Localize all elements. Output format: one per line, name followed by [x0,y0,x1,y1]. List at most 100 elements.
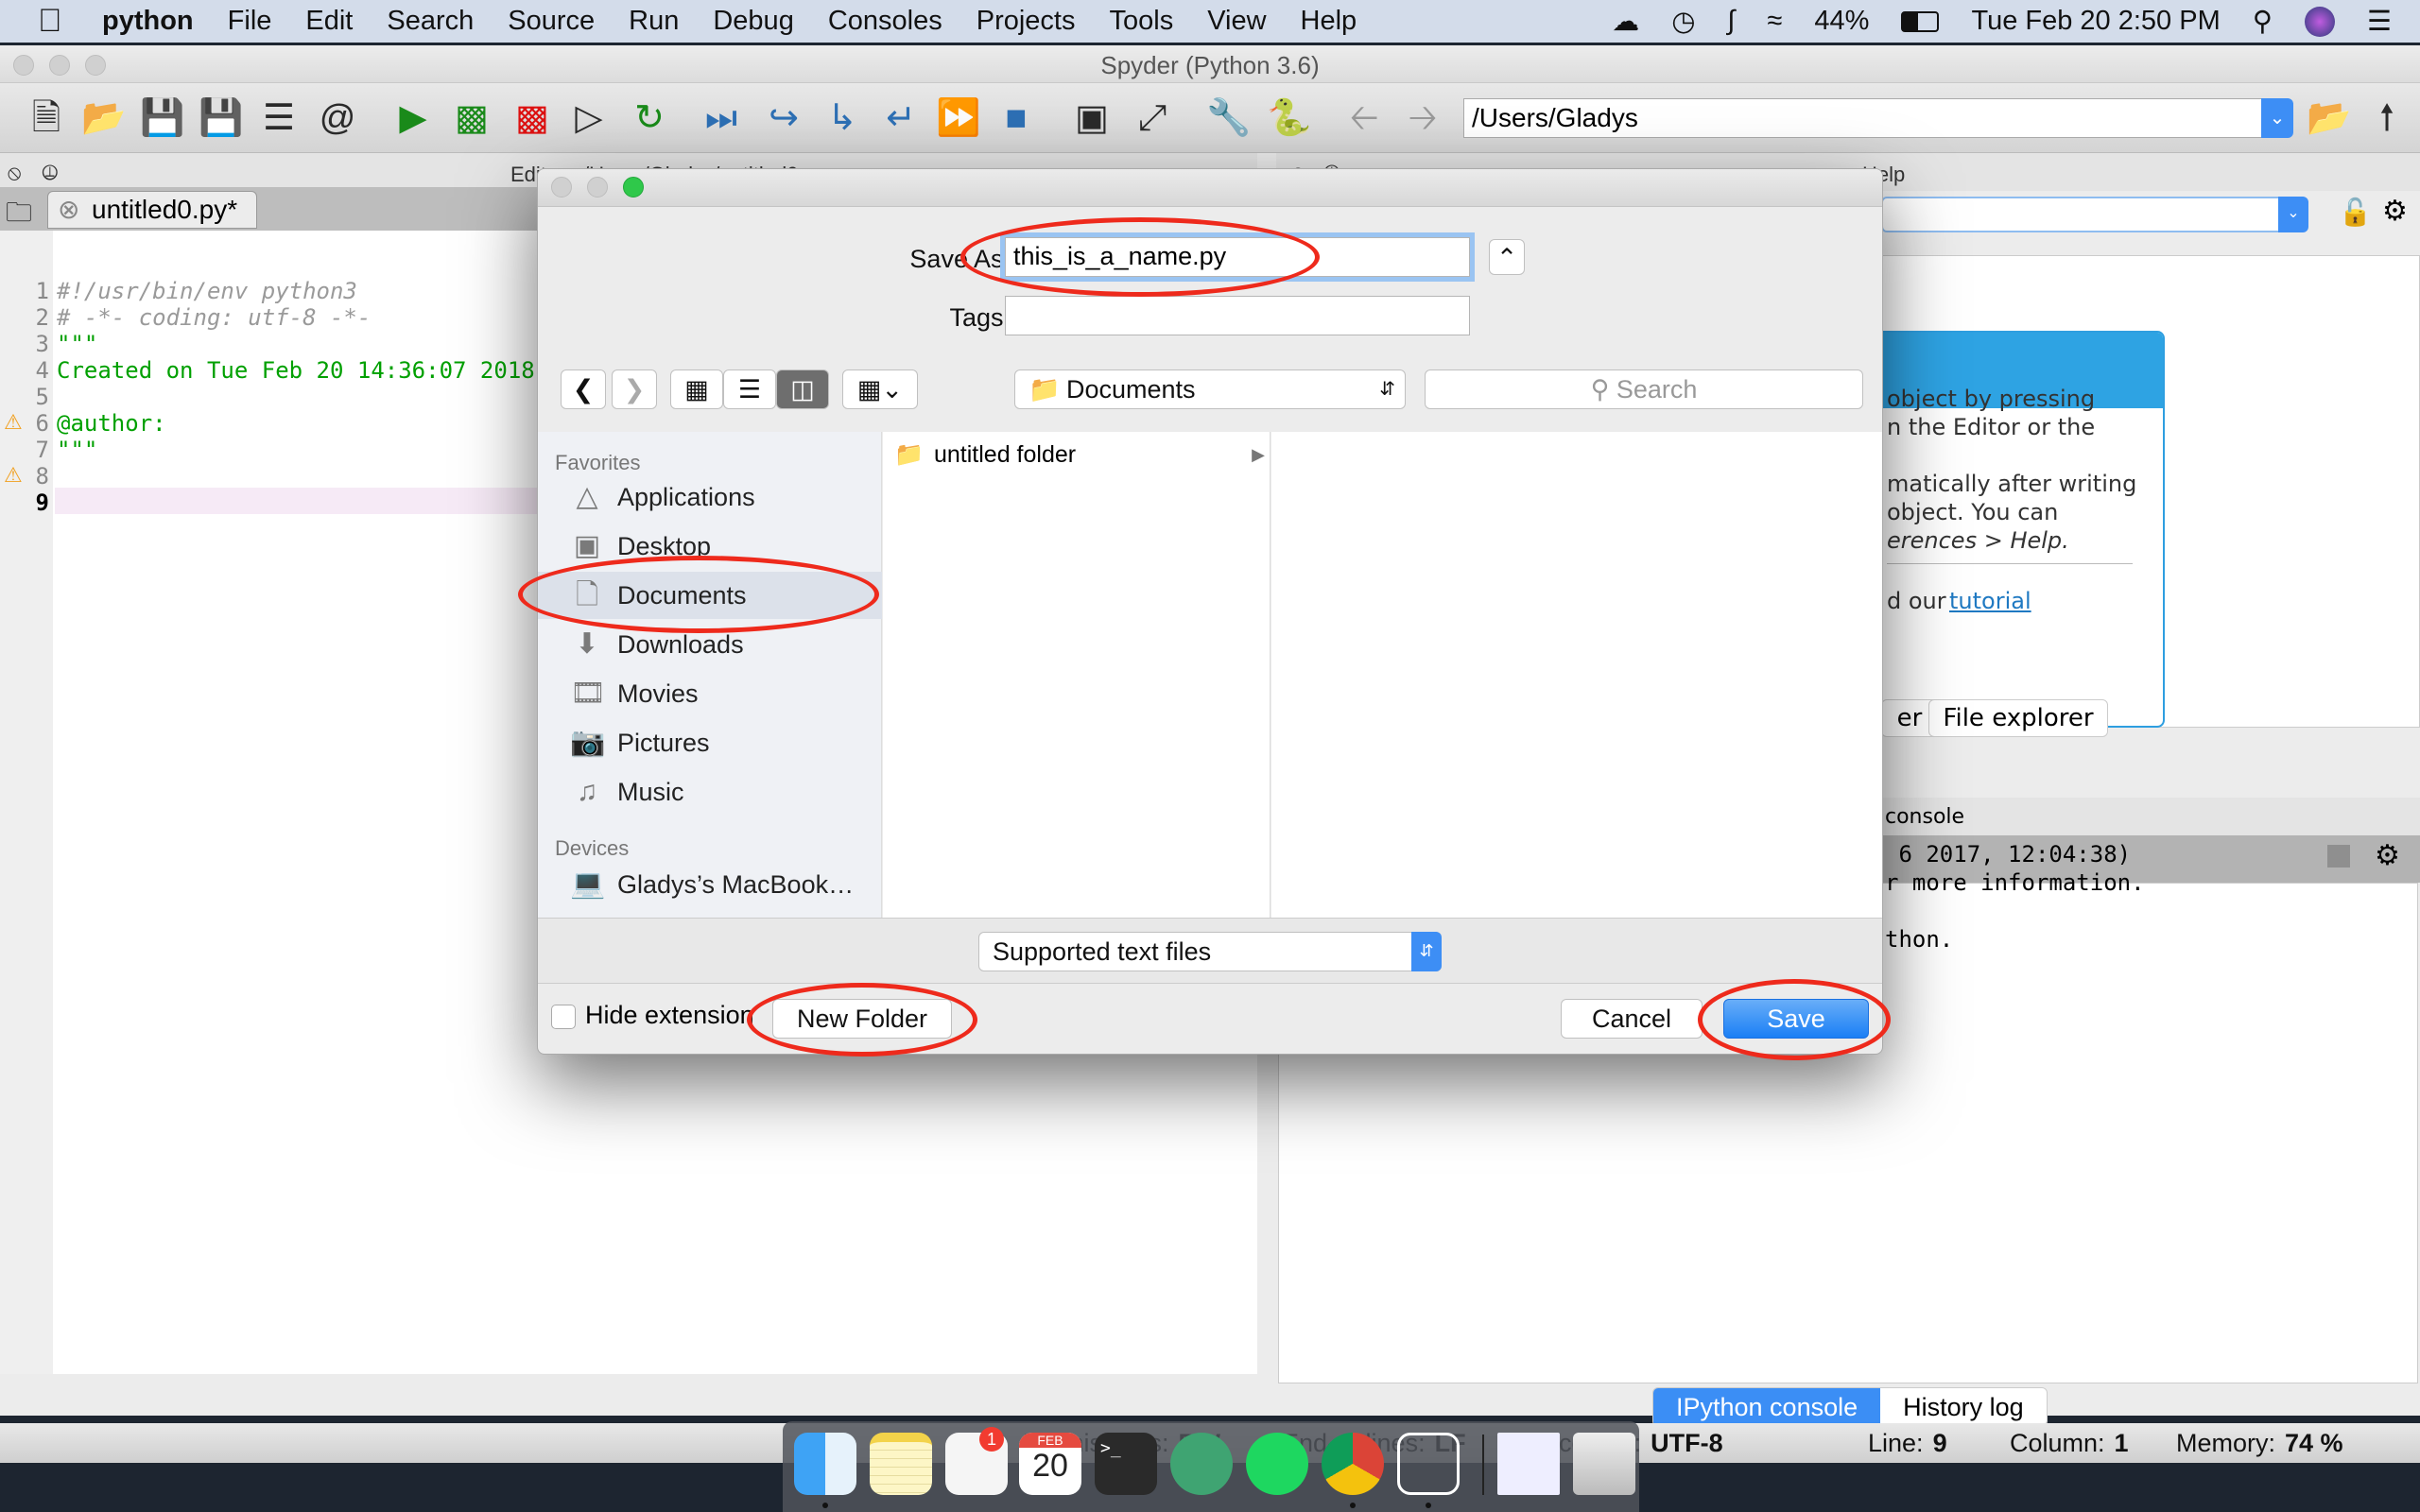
arrange-button[interactable]: ▦⌄ [842,369,918,409]
sidebar-item-downloads[interactable]: ⬇ Downloads [538,621,882,668]
console-options-gear-icon[interactable]: ⚙ [2375,839,2400,872]
save-all-icon[interactable]: 💾 [199,96,243,140]
battery-icon[interactable] [1901,10,1940,32]
notification-center-icon[interactable]: ☰ [2367,5,2392,38]
sidebar-item-music[interactable]: ♫ Music [538,768,882,816]
tutorial-link[interactable]: tutorial [1949,588,2031,614]
dock-chrome-window-icon[interactable] [1497,1433,1560,1495]
menu-file[interactable]: File [228,6,272,37]
file-type-select[interactable]: Supported text files ⇵ [978,932,1442,971]
dock-terminal-icon[interactable]: >_ [1095,1433,1157,1495]
close-pane-icon[interactable]: ⦸ [8,161,21,185]
maximize-pane-icon[interactable]: ▣ [1070,96,1114,140]
forward-button[interactable]: ❯ [612,369,657,409]
column-view-button[interactable]: ◫ [776,369,829,409]
new-file-icon[interactable]: 🗎 [25,96,68,140]
menu-consoles[interactable]: Consoles [828,6,942,37]
new-folder-button[interactable]: New Folder [772,999,952,1039]
time-machine-icon[interactable]: ◷ [1671,5,1695,38]
location-popup[interactable]: 📁 Documents ⇵ [1014,369,1406,409]
hide-extension-checkbox[interactable] [551,1005,576,1029]
tab-history-log[interactable]: History log [1880,1388,2047,1426]
dock-calendar-icon[interactable]: FEB 20 [1019,1433,1081,1495]
dialog-minimize-button[interactable] [587,177,608,198]
bluetooth-icon[interactable]: ∫ [1728,6,1736,37]
sidebar-item-pictures[interactable]: 📷 Pictures [538,719,882,766]
cloud-icon[interactable]: ☁ [1612,5,1639,38]
stop-debug-icon[interactable]: ■ [994,96,1038,140]
list-icon[interactable]: ☰ [257,96,301,140]
step-return-icon[interactable]: ↵ [879,96,923,140]
file-row[interactable]: 📁 untitled folder ▶ [883,436,1270,473]
parent-directory-icon[interactable]: 🠕 [2365,96,2409,140]
wifi-icon[interactable]: ≈ [1767,6,1782,37]
step-into-icon[interactable]: ↳ [821,96,864,140]
menu-source[interactable]: Source [508,6,595,37]
stop-kernel-icon[interactable] [2327,845,2350,868]
run-cell-icon[interactable]: ▩ [450,96,493,140]
dialog-close-button[interactable] [551,177,572,198]
debug-icon[interactable]: ⏭ [700,96,743,140]
undock-pane-icon[interactable]: ⦹ [42,161,59,185]
preferences-wrench-icon[interactable]: 🔧 [1206,96,1251,140]
tab-file-explorer[interactable]: File explorer [1928,699,2108,737]
dock-trash-icon[interactable] [1573,1433,1635,1495]
forward-arrow-icon[interactable]: 🡢 [1401,96,1444,140]
sidebar-item-desktop[interactable]: ▣ Desktop [538,523,882,570]
clock[interactable]: Tue Feb 20 2:50 PM [1971,6,2220,37]
back-button[interactable]: ❮ [561,369,606,409]
browse-directory-icon[interactable]: 📂 [2307,96,2351,140]
tags-input[interactable] [1005,296,1470,335]
run-icon[interactable]: ▶ [391,96,435,140]
dock-spotify-icon[interactable] [1246,1433,1308,1495]
working-directory-dropdown[interactable]: ⌄ [2261,98,2293,138]
rerun-icon[interactable]: ↻ [628,96,671,140]
warning-icon[interactable]: ⚠ [4,410,23,435]
sidebar-item-applications[interactable]: △ Applications [538,473,882,521]
search-field[interactable]: ⚲ Search [1425,369,1863,409]
apple-menu-icon[interactable]:  [38,3,76,40]
expand-dialog-button[interactable]: ⌃ [1489,239,1525,275]
dock-atom-icon[interactable] [1170,1433,1233,1495]
lock-icon[interactable]: 🔓 [2339,197,2372,228]
help-options-gear-icon[interactable]: ⚙ [2382,195,2408,228]
at-icon[interactable]: @ [316,96,359,140]
cancel-button[interactable]: Cancel [1561,999,1703,1039]
save-button[interactable]: Save [1723,999,1869,1039]
back-arrow-icon[interactable]: 🡠 [1342,96,1386,140]
menu-help[interactable]: Help [1301,6,1357,37]
dock-spyder-icon[interactable] [1397,1433,1460,1495]
working-directory-input[interactable]: /Users/Gladys [1463,98,2265,138]
sidebar-item-macbook[interactable]: 💻 Gladys’s MacBook… [538,861,882,908]
sidebar-item-movies[interactable]: 🎞 Movies [538,670,882,717]
python-path-icon[interactable]: 🐍 [1267,96,1311,140]
dock-chrome-icon[interactable] [1322,1433,1384,1495]
menu-edit[interactable]: Edit [305,6,353,37]
save-as-input[interactable]: this_is_a_name.py [1005,237,1470,277]
help-object-dropdown[interactable]: ⌄ [2278,197,2308,232]
continue-icon[interactable]: ⏩ [936,96,980,140]
help-object-input[interactable] [1881,197,2297,232]
sidebar-item-documents[interactable]: 🗋 Documents [538,572,882,619]
menu-search[interactable]: Search [387,6,474,37]
menu-projects[interactable]: Projects [977,6,1076,37]
warning-icon[interactable]: ⚠ [4,463,23,488]
spotlight-icon[interactable]: ⚲ [2253,5,2273,38]
dock-notes-icon[interactable] [870,1433,932,1495]
dock-finder-icon[interactable] [794,1433,856,1495]
icon-view-button[interactable]: ▦ [670,369,723,409]
run-selection-icon[interactable]: ▷ [567,96,611,140]
dialog-zoom-button[interactable] [623,177,644,198]
tab-ipython-console[interactable]: IPython console [1653,1388,1881,1426]
fullscreen-icon[interactable]: ⤢ [1131,96,1174,140]
editor-tab[interactable]: ⊗ untitled0.py* [47,191,257,229]
menu-tools[interactable]: Tools [1110,6,1174,37]
open-file-icon[interactable]: 📂 [81,96,126,140]
menu-app-name[interactable]: python [102,6,194,37]
menu-view[interactable]: View [1207,6,1266,37]
menu-run[interactable]: Run [629,6,679,37]
step-icon[interactable]: ↪ [762,96,805,140]
siri-icon[interactable] [2305,6,2335,37]
menu-debug[interactable]: Debug [713,6,793,37]
run-cell-advance-icon[interactable]: ▩ [510,96,554,140]
